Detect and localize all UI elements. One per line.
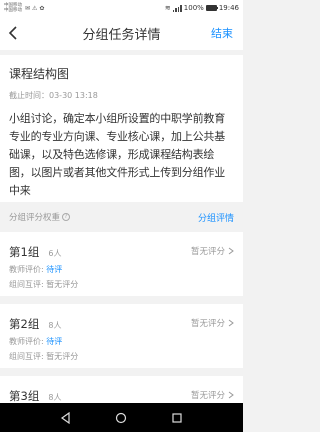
recents-square-icon[interactable] [171, 412, 183, 424]
alert-icon: ⚠ [32, 4, 38, 12]
group-member-count: 6人 [48, 249, 62, 258]
chevron-right-icon [228, 391, 234, 398]
group-score-text: 暂无评分 [190, 246, 225, 257]
signal-icon [172, 4, 182, 12]
group-name: 第1组 [9, 245, 40, 259]
wifi-icon: ≋ [164, 4, 171, 12]
group-header: 第1组 6人 暂无评分 [9, 241, 234, 260]
task-deadline: 截止时间：03-30 13:18 [9, 91, 98, 100]
task-title: 课程结构图 [9, 67, 70, 81]
peer-eval-value: 暂无评分 [46, 280, 79, 289]
status-left: 中国移动 中国移动 ✉ ⚠ ✿ [4, 3, 44, 13]
battery-icon [205, 5, 218, 11]
group-score-text: 暂无评分 [190, 390, 225, 401]
teacher-eval-label: 教师评价: [9, 337, 44, 346]
group-name: 第2组 [9, 317, 40, 331]
clock: 19:46 [218, 4, 239, 12]
chevron-right-icon [228, 247, 234, 254]
carrier-2: 中国移动 [4, 8, 22, 13]
chevron-right-icon [228, 319, 234, 326]
group-score[interactable]: 暂无评分 [191, 245, 234, 257]
group-header: 第3组 8人 暂无评分 [9, 385, 234, 403]
group-name: 第3组 [9, 389, 40, 403]
weight-label: 分组评分权重 [9, 213, 61, 223]
peer-evaluation: 组间互评: 暂无评分 [9, 279, 234, 290]
group-score[interactable]: 暂无评分 [191, 317, 234, 329]
system-nav-bar [0, 403, 243, 432]
teacher-eval-label: 教师评价: [9, 265, 44, 274]
carrier-labels: 中国移动 中国移动 [4, 3, 22, 13]
teacher-eval-value[interactable]: 待评 [46, 337, 62, 346]
group-member-count: 8人 [48, 321, 62, 330]
group-score-link[interactable]: 分组评情 [198, 211, 234, 224]
home-circle-icon[interactable] [115, 412, 127, 424]
group-section-header: 分组评分权重 ? 分组评情 [0, 206, 243, 228]
task-description: 小组讨论，确定本小组所设置的中职学前教育专业的专业方向课、专业核心课，加上公共基… [9, 112, 225, 197]
message-icon: ✉ [25, 4, 31, 12]
group-score[interactable]: 暂无评分 [191, 389, 234, 401]
end-button[interactable]: 结束 [211, 25, 233, 41]
group-card-3[interactable]: 第3组 8人 暂无评分 [0, 376, 243, 403]
chevron-left-icon [8, 26, 17, 40]
back-button[interactable] [6, 25, 22, 41]
status-right: ≋ 100% 19:46 [165, 4, 239, 12]
page-title: 分组任务详情 [82, 27, 161, 43]
peer-evaluation: 组间互评: 暂无评分 [9, 351, 234, 362]
weight-setting[interactable]: 分组评分权重 ? [9, 211, 71, 223]
status-bar: 中国移动 中国移动 ✉ ⚠ ✿ ≋ 100% 19:46 [0, 0, 243, 16]
paw-icon: ✿ [39, 4, 45, 12]
group-card-1[interactable]: 第1组 6人 暂无评分 教师评价: 待评 组间互评: 暂无评分 [0, 232, 243, 296]
peer-eval-label: 组间互评: [9, 280, 44, 289]
task-card: 课程结构图 截止时间：03-30 13:18 小组讨论，确定本小组所设置的中职学… [0, 55, 243, 202]
notification-icons: ✉ ⚠ ✿ [25, 5, 44, 12]
group-card-2[interactable]: 第2组 8人 暂无评分 教师评价: 待评 组间互评: 暂无评分 [0, 304, 243, 368]
back-triangle-icon[interactable] [60, 411, 72, 424]
battery-percent: 100% [183, 4, 204, 12]
group-score-text: 暂无评分 [190, 318, 225, 329]
teacher-eval-value[interactable]: 待评 [46, 265, 62, 274]
nav-bar: 分组任务详情 结束 [0, 16, 243, 50]
group-member-count: 8人 [48, 393, 62, 402]
teacher-evaluation: 教师评价: 待评 [9, 264, 234, 275]
peer-eval-label: 组间互评: [9, 352, 44, 361]
group-header: 第2组 8人 暂无评分 [9, 313, 234, 332]
teacher-evaluation: 教师评价: 待评 [9, 336, 234, 347]
help-icon[interactable]: ? [62, 213, 71, 221]
peer-eval-value: 暂无评分 [46, 352, 79, 361]
